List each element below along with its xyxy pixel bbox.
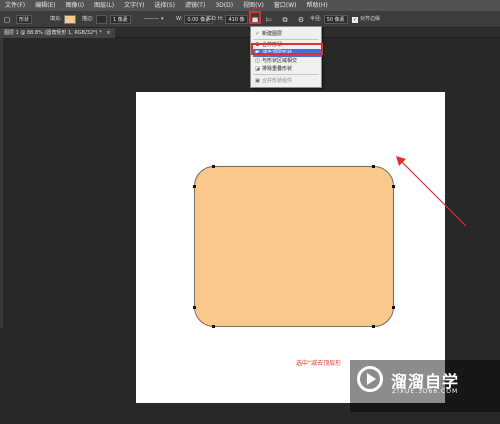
- menu-select[interactable]: 选择(S): [149, 0, 180, 11]
- align-edges-label: 对齐边缘: [360, 16, 381, 22]
- rounded-rect-tool-icon: ▢: [3, 15, 11, 24]
- path-alignment-icon: ⊨: [265, 15, 273, 24]
- tools-panel-edge: [0, 38, 3, 328]
- close-icon[interactable]: ×: [106, 30, 110, 36]
- stroke-type-select[interactable]: ——— ▾: [144, 11, 164, 28]
- menu-view[interactable]: 视图(V): [238, 0, 269, 11]
- stroke-line-icon: ———: [144, 16, 159, 22]
- anchor-point[interactable]: [392, 306, 395, 309]
- menu-divider: [253, 74, 319, 75]
- intersect-shapes-icon: ◫: [255, 58, 260, 64]
- menu-item-new-layer[interactable]: ✓ 新建图层: [253, 30, 321, 38]
- menu-window[interactable]: 窗口(W): [269, 0, 302, 11]
- play-logo-icon: [357, 366, 383, 392]
- stroke-color-swatch[interactable]: [95, 15, 107, 24]
- tool-preset-picker[interactable]: ▢: [2, 11, 12, 28]
- menu-3d[interactable]: 3D(D): [210, 0, 238, 11]
- instruction-caption: 选中“减去顶层形: [296, 360, 342, 367]
- fill-label: 填充:: [50, 16, 62, 22]
- highlight-subtract-item: [251, 43, 323, 55]
- menu-file[interactable]: 文件(F): [0, 0, 30, 11]
- menu-item-label: 排除重叠形状: [262, 66, 293, 72]
- stroke-width-field[interactable]: 1 像素: [110, 15, 131, 24]
- annotation-arrow-icon: [396, 156, 467, 227]
- anchor-point[interactable]: [193, 185, 196, 188]
- stroke-label: 描边:: [82, 16, 94, 22]
- menu-image[interactable]: 图像(I): [61, 0, 89, 11]
- highlight-path-operations-button: [249, 11, 261, 24]
- menu-item-intersect-shapes[interactable]: ◫ 与形状区域相交: [253, 57, 321, 65]
- path-arrangement-icon: ⧉: [282, 15, 288, 24]
- link-dimensions-button[interactable]: GO: [208, 11, 216, 28]
- height-label: H:: [218, 16, 224, 22]
- watermark-url: ZIXUE.3D66.COM: [392, 388, 459, 395]
- height-field[interactable]: 410 像: [225, 15, 248, 24]
- menu-item-label: 合并形状组件: [262, 78, 293, 84]
- rounded-rectangle-shape[interactable]: [194, 166, 394, 327]
- exclude-shapes-icon: ◪: [255, 66, 260, 72]
- fill-color-swatch[interactable]: [63, 15, 76, 24]
- radius-field[interactable]: 50 像素: [323, 15, 348, 24]
- document-tab[interactable]: 图层 1 @ 88.8% (圆角矩形 1, RGB/32*) * ×: [0, 28, 115, 38]
- menu-bar: 文件(F) 编辑(E) 图像(I) 图层(L) 文字(Y) 选择(S) 滤镜(T…: [0, 0, 500, 11]
- merge-components-icon: ▣: [255, 78, 260, 84]
- anchor-point[interactable]: [372, 165, 375, 168]
- gear-icon: ⚙: [297, 15, 305, 24]
- menu-type[interactable]: 文字(Y): [119, 0, 149, 11]
- menu-divider: [253, 39, 319, 40]
- menu-item-label: 与形状区域相交: [262, 58, 298, 64]
- check-icon: ✓: [255, 31, 260, 37]
- menu-filter[interactable]: 滤镜(T): [180, 0, 210, 11]
- document-tab-title: 图层 1 @ 88.8% (圆角矩形 1, RGB/32*) *: [4, 30, 102, 36]
- anchor-point[interactable]: [193, 306, 196, 309]
- menu-layer[interactable]: 图层(L): [89, 0, 119, 11]
- tool-mode-select[interactable]: 形状: [16, 15, 33, 24]
- menu-edit[interactable]: 编辑(E): [30, 0, 60, 11]
- menu-item-merge-shape-components: ▣ 合并形状组件: [253, 77, 321, 85]
- anchor-point[interactable]: [212, 325, 215, 328]
- menu-help[interactable]: 帮助(H): [302, 0, 333, 11]
- align-edges-checkbox[interactable]: ✓: [352, 16, 358, 23]
- anchor-point[interactable]: [372, 325, 375, 328]
- path-operations-menu: ✓ 新建图层 ⧉ 合并形状 ◩ 减去顶层形状 ◫ 与形状区域相交 ◪ 排除重叠形状 ▣ 合并…: [250, 26, 322, 88]
- menu-item-label: 新建图层: [262, 31, 283, 37]
- width-label: W:: [176, 16, 183, 22]
- menu-item-exclude-overlapping[interactable]: ◪ 排除重叠形状: [253, 65, 321, 73]
- anchor-point[interactable]: [212, 165, 215, 168]
- chevron-down-icon: ▾: [161, 16, 164, 22]
